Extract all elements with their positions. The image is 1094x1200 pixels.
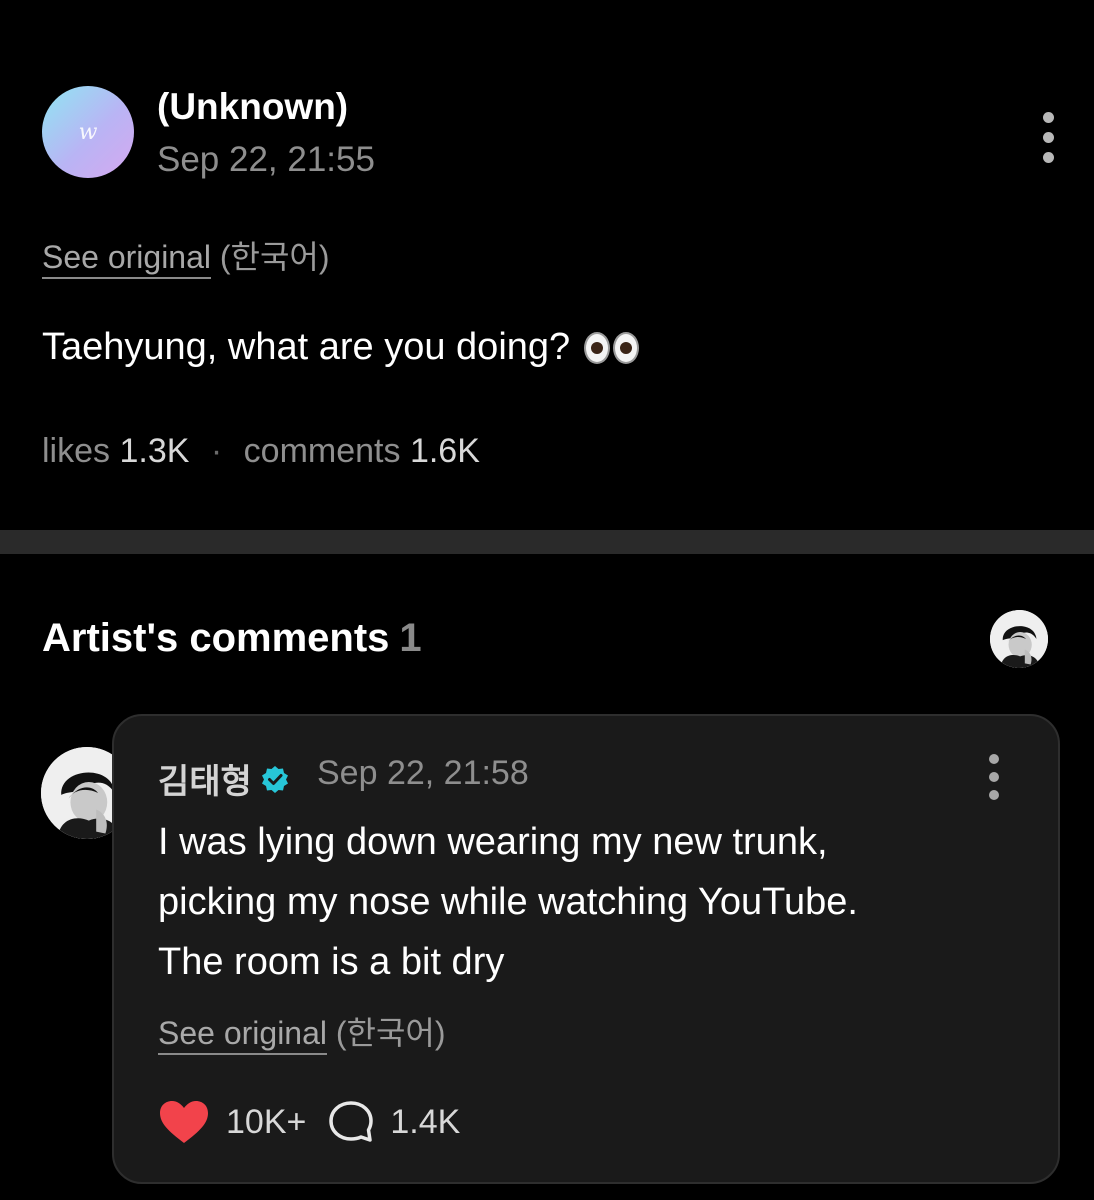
comment-body: I was lying down wearing my new trunk, p… — [158, 812, 1018, 992]
comment-see-original-link[interactable]: See original — [158, 1015, 327, 1055]
weverse-logo-icon: w — [78, 119, 98, 145]
post-see-original: See original (한국어) — [42, 232, 330, 279]
comments-count[interactable]: 1.6K — [410, 432, 480, 470]
post: w (Unknown) Sep 22, 21:55 See original (… — [0, 0, 1094, 530]
comment-original-language: (한국어) — [335, 1015, 446, 1051]
comment-line: The room is a bit dry — [158, 941, 505, 983]
comment-line: picking my nose while watching YouTube. — [158, 881, 858, 923]
verified-badge-icon — [261, 765, 288, 793]
eyes-emoji-icon — [584, 331, 640, 364]
artist-portrait-icon — [990, 610, 1048, 668]
artist-comments-title: Artist's comments — [42, 616, 390, 660]
stats-separator: · — [210, 432, 223, 470]
comment-author-name[interactable]: 김태형 — [158, 754, 252, 803]
heart-icon[interactable] — [158, 1099, 210, 1145]
artist-comments-heading: Artist's comments 1 — [42, 616, 422, 661]
post-more-options-icon[interactable] — [1036, 112, 1060, 163]
comment-line: I was lying down wearing my new trunk, — [158, 821, 828, 863]
post-see-original-link[interactable]: See original — [42, 239, 211, 279]
post-stats: likes 1.3K · comments 1.6K — [42, 432, 480, 471]
comment-more-options-icon[interactable] — [982, 754, 1006, 800]
artist-avatar-filter[interactable] — [990, 610, 1048, 668]
likes-label: likes — [42, 432, 111, 470]
weverse-avatar[interactable]: w — [42, 86, 134, 178]
comment-reply-count: 1.4K — [390, 1102, 461, 1141]
post-author-name[interactable]: (Unknown) — [157, 86, 348, 128]
artist-comments-count: 1 — [399, 616, 422, 660]
likes-count[interactable]: 1.3K — [119, 432, 189, 470]
post-original-language: (한국어) — [219, 239, 330, 275]
comment-like-count: 10K+ — [226, 1102, 307, 1141]
comment-see-original: See original (한국어) — [158, 1008, 446, 1055]
comment-actions: 10K+ 1.4K — [158, 1099, 460, 1145]
post-timestamp: Sep 22, 21:55 — [157, 140, 375, 179]
artist-comment-card: 김태형 Sep 22, 21:58 I was lying down weari… — [112, 714, 1060, 1184]
comment-author: 김태형 — [158, 754, 290, 803]
post-body-text: Taehyung, what are you doing? — [42, 326, 571, 368]
section-divider — [0, 530, 1094, 554]
comments-label: comments — [243, 432, 401, 470]
reply-bubble-icon[interactable] — [328, 1100, 374, 1144]
post-body: Taehyung, what are you doing? — [42, 326, 640, 369]
comment-timestamp: Sep 22, 21:58 — [317, 754, 529, 792]
